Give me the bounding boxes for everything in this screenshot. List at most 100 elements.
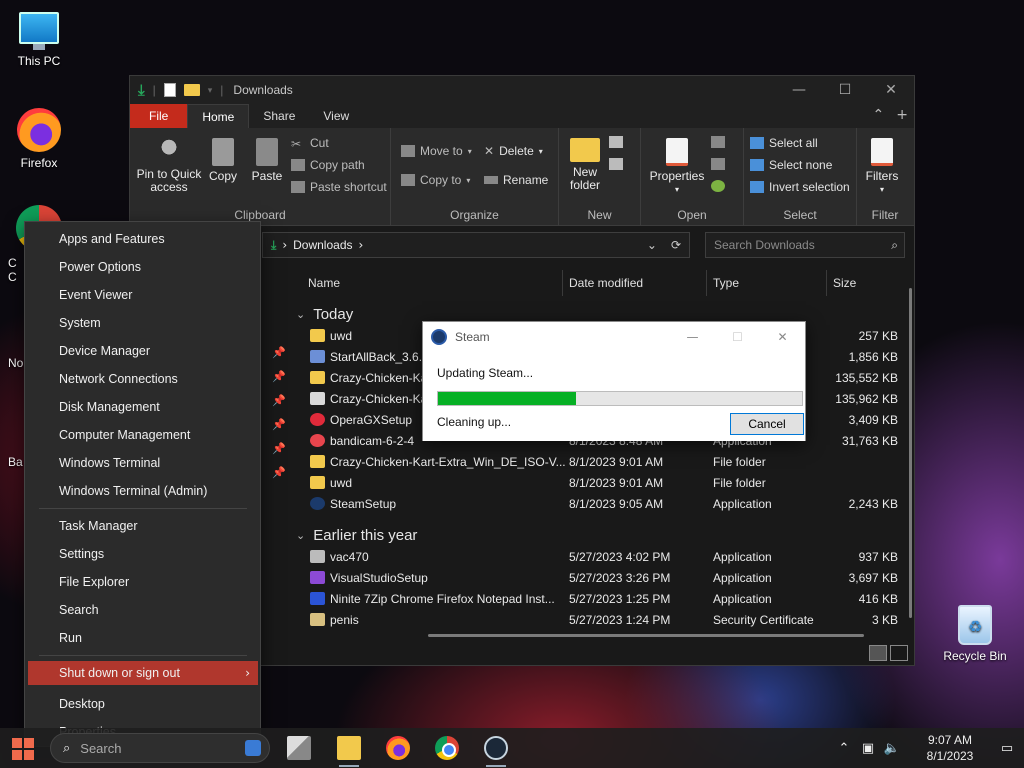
network-icon[interactable]: ▣: [856, 741, 880, 756]
chevron-down-icon[interactable]: ⌄: [647, 238, 657, 252]
large-icons-view-icon[interactable]: [890, 645, 908, 661]
desktop-icon-firefox[interactable]: Firefox: [4, 108, 74, 170]
open-button[interactable]: [711, 136, 725, 148]
cancel-button[interactable]: Cancel: [730, 413, 804, 435]
copy-path-button[interactable]: Copy path: [291, 158, 365, 172]
file-row[interactable]: SteamSetup 8/1/2023 9:05 AM Application 2,2…: [288, 494, 898, 515]
edit-button[interactable]: [711, 158, 725, 170]
desktop-icon-this-pc[interactable]: This PC: [4, 12, 74, 68]
menu-item-apps-and-features[interactable]: Apps and Features: [28, 227, 258, 251]
menu-item-shut-down-or-sign-out[interactable]: Shut down or sign out ›: [28, 661, 258, 685]
menu-item-desktop[interactable]: Desktop: [28, 692, 258, 716]
help-icon[interactable]: +: [896, 107, 908, 123]
notification-icon[interactable]: ▭: [990, 741, 1024, 756]
tab-share[interactable]: Share: [249, 104, 309, 128]
file-explorer-icon[interactable]: [337, 736, 361, 760]
details-view-icon[interactable]: [869, 645, 887, 661]
menu-item-computer-management[interactable]: Computer Management: [28, 423, 258, 447]
menu-item-disk-management[interactable]: Disk Management: [28, 395, 258, 419]
folder-icon: [310, 476, 325, 489]
copy-to-button[interactable]: Copy to ▾: [401, 173, 470, 187]
menu-item-network-connections[interactable]: Network Connections: [28, 367, 258, 391]
menu-item-event-viewer[interactable]: Event Viewer: [28, 283, 258, 307]
new-item-button[interactable]: [609, 136, 623, 148]
rename-button[interactable]: Rename: [484, 173, 548, 187]
group-header-earlier[interactable]: ⌄ Earlier this year: [296, 527, 417, 544]
tab-view[interactable]: View: [309, 104, 363, 128]
vertical-scrollbar[interactable]: [909, 288, 912, 618]
menu-item-file-explorer[interactable]: File Explorer: [28, 570, 258, 594]
file-size: 257 KB: [858, 329, 898, 343]
minimize-icon[interactable]: —: [776, 76, 822, 104]
column-separator[interactable]: [562, 270, 563, 296]
new-folder-button[interactable]: New folder: [565, 138, 605, 192]
filter-group: Filters ▾ Filter: [857, 128, 913, 226]
task-view-icon[interactable]: [287, 736, 311, 760]
firefox-icon[interactable]: [386, 736, 410, 760]
paste-button[interactable]: Paste: [248, 138, 286, 183]
filters-button[interactable]: Filters ▾: [861, 138, 903, 196]
easy-access-button[interactable]: [609, 158, 623, 170]
steam-icon[interactable]: [484, 736, 508, 760]
properties-qa-icon[interactable]: [163, 83, 176, 97]
copy-label: Copy: [208, 169, 237, 183]
start-button[interactable]: [12, 738, 34, 760]
customize-qa-icon[interactable]: ▾: [208, 85, 213, 96]
delete-button[interactable]: ✕ Delete ▾: [484, 144, 543, 158]
close-icon[interactable]: ✕: [868, 76, 914, 104]
collapse-ribbon-icon[interactable]: ⌃: [873, 107, 885, 123]
horizontal-scrollbar[interactable]: [428, 634, 864, 637]
file-row[interactable]: VisualStudioSetup 5/27/2023 3:26 PM Applic…: [288, 568, 898, 589]
history-button[interactable]: [711, 180, 725, 192]
desktop-icon-recycle-bin[interactable]: Recycle Bin: [940, 605, 1010, 663]
file-type: Application: [713, 592, 772, 606]
paste-shortcut-button[interactable]: Paste shortcut: [291, 180, 387, 194]
group-title: Today: [313, 306, 354, 323]
file-row[interactable]: Ninite 7Zip Chrome Firefox Notepad Inst.…: [288, 589, 898, 610]
invert-selection-button[interactable]: Invert selection: [750, 180, 850, 194]
tab-file[interactable]: File: [130, 104, 188, 128]
menu-item-power-options[interactable]: Power Options: [28, 255, 258, 279]
menu-item-search[interactable]: Search: [28, 598, 258, 622]
menu-item-windows-terminal[interactable]: Windows Terminal: [28, 451, 258, 475]
column-separator[interactable]: [706, 270, 707, 296]
select-all-button[interactable]: Select all: [750, 136, 818, 150]
search-icon[interactable]: ⌕: [891, 238, 898, 253]
column-separator[interactable]: [826, 270, 827, 296]
minimize-icon[interactable]: —: [670, 322, 715, 351]
address-bar[interactable]: ⤓ › Downloads › ⌄ ⟳: [262, 232, 690, 258]
close-icon[interactable]: ✕: [760, 322, 805, 351]
group-header-today[interactable]: ⌄ Today: [296, 306, 353, 323]
volume-icon[interactable]: 🔈: [880, 741, 904, 756]
column-header-name[interactable]: Name: [308, 270, 340, 296]
menu-item-system[interactable]: System: [28, 311, 258, 335]
menu-item-windows-terminal-admin[interactable]: Windows Terminal (Admin): [28, 479, 258, 503]
maximize-icon[interactable]: ☐: [822, 76, 868, 104]
column-header-size[interactable]: Size: [833, 270, 856, 296]
file-row[interactable]: penis 5/27/2023 1:24 PM Security Certifica…: [288, 610, 898, 631]
search-input[interactable]: Search Downloads ⌕: [705, 232, 905, 258]
new-folder-qa-icon[interactable]: [183, 84, 200, 96]
cut-button[interactable]: ✂ Cut: [291, 136, 329, 151]
column-header-date[interactable]: Date modified: [569, 270, 643, 296]
menu-item-device-manager[interactable]: Device Manager: [28, 339, 258, 363]
taskbar-search[interactable]: ⌕ Search: [50, 733, 270, 763]
properties-button[interactable]: Properties ▾: [649, 138, 705, 196]
file-row[interactable]: vac470 5/27/2023 4:02 PM Application 937 KB: [288, 547, 898, 568]
clock[interactable]: 9:07 AM 8/1/2023: [910, 732, 990, 764]
chevron-up-icon[interactable]: ⌃: [832, 741, 856, 756]
tab-home[interactable]: Home: [187, 104, 250, 128]
copy-button[interactable]: Copy: [206, 138, 240, 183]
move-to-button[interactable]: Move to ▾: [401, 144, 472, 158]
menu-item-settings[interactable]: Settings: [28, 542, 258, 566]
column-header-type[interactable]: Type: [713, 270, 739, 296]
menu-item-run[interactable]: Run: [28, 626, 258, 650]
select-none-button[interactable]: Select none: [750, 158, 832, 172]
refresh-icon[interactable]: ⟳: [671, 238, 681, 252]
file-row[interactable]: uwd 8/1/2023 9:01 AM File folder: [288, 473, 898, 494]
breadcrumb[interactable]: Downloads: [293, 238, 352, 252]
menu-item-task-manager[interactable]: Task Manager: [28, 514, 258, 538]
pin-to-quick-access-button[interactable]: Pin to Quick access: [136, 138, 202, 194]
chrome-icon[interactable]: [435, 736, 459, 760]
file-row[interactable]: Crazy-Chicken-Kart-Extra_Win_DE_ISO-V...…: [288, 452, 898, 473]
